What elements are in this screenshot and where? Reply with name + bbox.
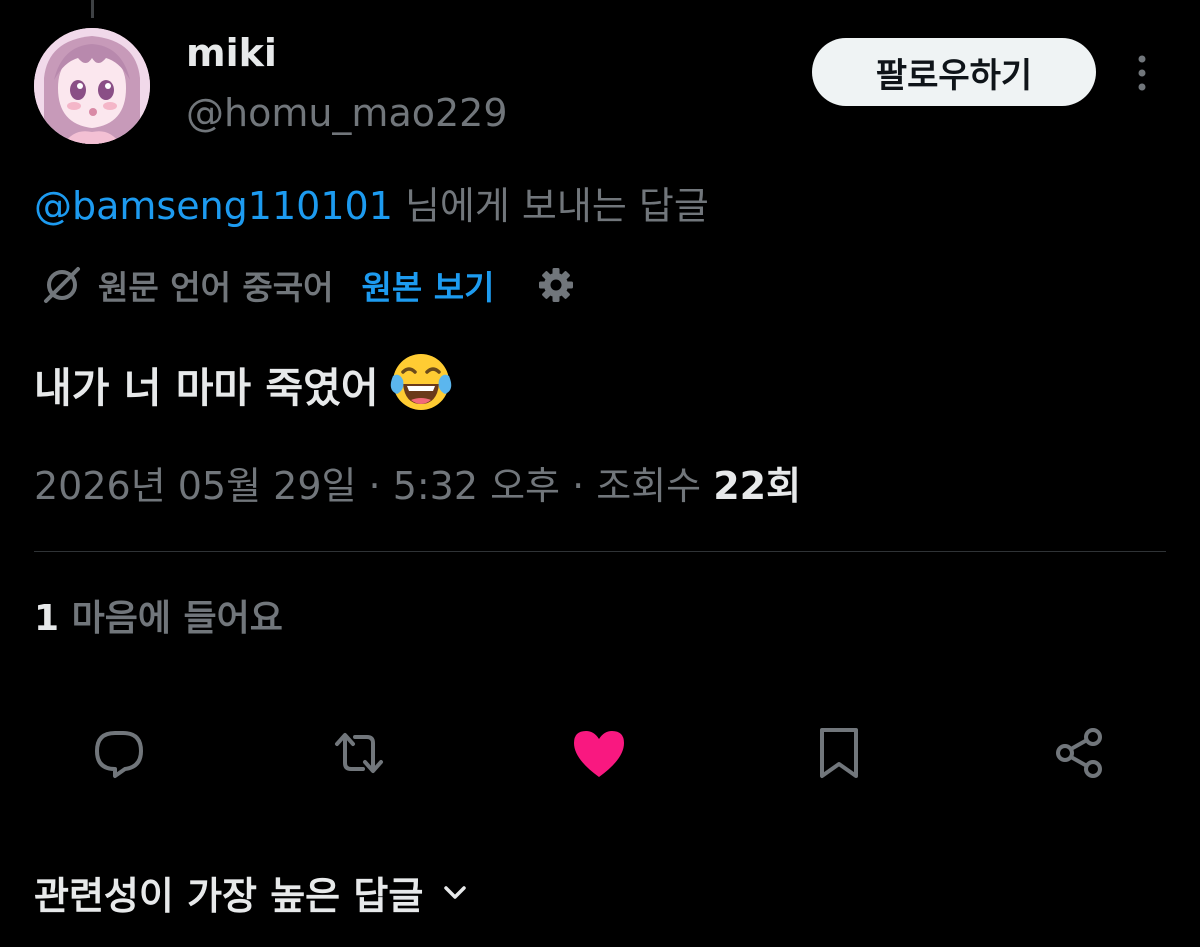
- chevron-down-icon: [444, 886, 467, 899]
- bookmark-button[interactable]: [810, 724, 868, 782]
- tweet-metadata: 2026년 05월 29일 · 5:32 오후 · 조회수 22회: [34, 458, 801, 514]
- reply-context: @bamseng110101 님에게 보내는 답글: [34, 180, 709, 232]
- tweet-text: 내가 너 마마 죽였어: [34, 350, 453, 423]
- share-icon: [1056, 728, 1102, 778]
- retweet-icon: [335, 733, 383, 773]
- bookmark-icon: [820, 728, 858, 778]
- more-vertical-icon: [1138, 55, 1146, 91]
- reply-button[interactable]: [90, 724, 148, 782]
- likes-summary[interactable]: 1 마음에 들어요: [34, 592, 283, 646]
- heart-icon: [574, 731, 624, 777]
- anime-girl-avatar-icon: [34, 28, 150, 144]
- reply-context-suffix: 님에게 보내는 답글: [392, 184, 709, 228]
- tweet-body: 내가 너 마마 죽였어: [34, 364, 379, 412]
- likes-count: 1: [34, 598, 60, 639]
- avatar[interactable]: [34, 28, 150, 144]
- thread-connector-line: [91, 0, 94, 18]
- source-language-label: 원문 언어 중국어: [98, 268, 334, 307]
- face-with-tears-of-joy-icon: [390, 354, 451, 410]
- follow-button[interactable]: 팔로우하기: [812, 38, 1096, 106]
- gear-icon[interactable]: [534, 263, 578, 307]
- views-label: 조회수: [596, 464, 714, 508]
- retweet-button[interactable]: [330, 724, 388, 782]
- user-handle[interactable]: @homu_mao229: [186, 88, 508, 138]
- translate-icon: [44, 267, 80, 303]
- replies-sort-selector[interactable]: 관련성이 가장 높은 답글: [34, 862, 469, 922]
- likes-label: 마음에 들어요: [59, 598, 283, 639]
- share-button[interactable]: [1050, 724, 1108, 782]
- reply-icon: [95, 731, 143, 778]
- replies-sort-label: 관련성이 가장 높은 답글: [34, 873, 424, 918]
- display-name[interactable]: miki: [186, 28, 277, 78]
- reply-mention-link[interactable]: @bamseng110101: [34, 184, 393, 228]
- like-button[interactable]: [570, 724, 628, 782]
- more-options-button[interactable]: [1124, 50, 1160, 96]
- translation-notice: 원문 언어 중국어 원본 보기: [34, 258, 578, 312]
- tweet-datetime[interactable]: 2026년 05월 29일 · 5:32 오후 ·: [34, 464, 596, 508]
- divider: [34, 551, 1166, 552]
- views-count: 22회: [713, 464, 802, 508]
- view-original-link[interactable]: 원본 보기: [362, 261, 495, 309]
